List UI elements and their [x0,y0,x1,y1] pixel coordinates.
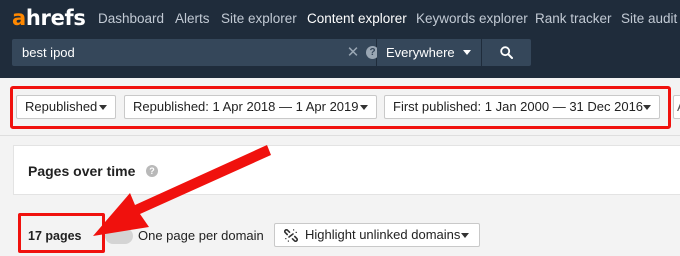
search-button[interactable] [482,39,531,66]
nav-site-audit[interactable]: Site audit [621,10,677,28]
more-filters-button[interactable]: A [673,95,680,119]
filters-annotation-box [10,86,671,129]
one-page-per-domain-label: One page per domain [138,228,264,243]
search-scope-value: Everywhere [386,45,455,60]
chevron-down-icon [463,50,471,55]
pages-over-time-panel: Pages over time ? [13,145,680,195]
nav-dashboard[interactable]: Dashboard [98,10,164,28]
highlight-unlinked-domains-label: Highlight unlinked domains [305,227,461,242]
ahrefs-logo[interactable]: ahrefs [12,6,86,30]
top-navigation-bar: ahrefs Dashboard Alerts Site explorer Co… [0,0,680,78]
one-page-per-domain-toggle[interactable] [105,228,133,244]
search-scope-select[interactable]: Everywhere [377,39,481,66]
help-icon[interactable]: ? [146,165,158,177]
nav-content-explorer[interactable]: Content explorer [307,10,407,28]
nav-site-explorer[interactable]: Site explorer [221,10,297,28]
broken-link-icon [284,229,298,242]
nav-alerts[interactable]: Alerts [175,10,210,28]
pages-over-time-title: Pages over time [28,163,136,179]
highlight-unlinked-domains-button[interactable]: Highlight unlinked domains [274,223,480,247]
search-icon [500,46,513,59]
search-input[interactable] [22,43,332,62]
chevron-down-icon [461,233,469,238]
nav-rank-tracker[interactable]: Rank tracker [535,10,612,28]
pages-count-annotation-box [18,213,105,253]
nav-keywords-explorer[interactable]: Keywords explorer [416,10,528,28]
close-icon[interactable]: ✕ [346,44,360,62]
search-box: ✕ ? [12,39,379,66]
